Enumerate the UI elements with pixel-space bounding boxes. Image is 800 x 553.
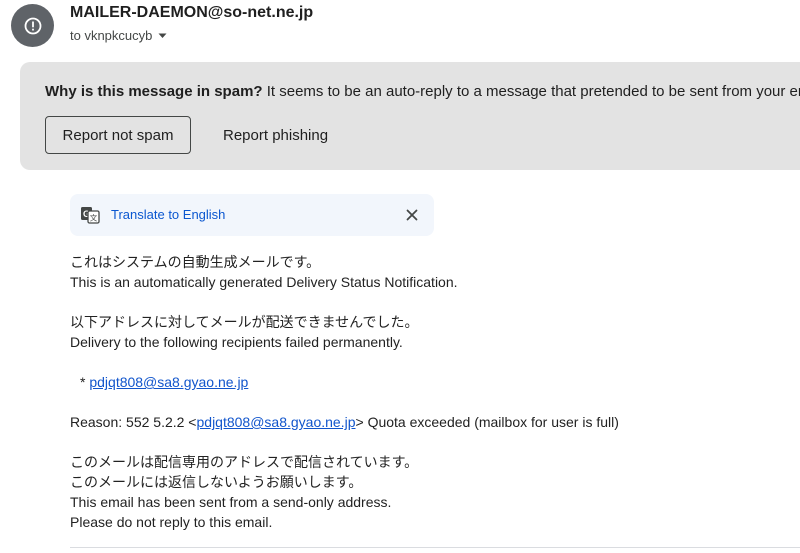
recipient-details-toggle[interactable]: to vknpkcucyb xyxy=(70,28,167,43)
svg-text:文: 文 xyxy=(90,213,98,223)
reason-line: Reason: 552 5.2.2 <pdjqt808@sa8.gyao.ne.… xyxy=(70,412,619,432)
reason-address-link[interactable]: pdjqt808@sa8.gyao.ne.jp xyxy=(197,414,356,430)
reason-suffix: > Quota exceeded (mailbox for user is fu… xyxy=(355,414,619,430)
sender-avatar[interactable] xyxy=(11,4,54,47)
close-icon[interactable] xyxy=(404,207,420,223)
translate-bar: G 文 Translate to English xyxy=(70,194,434,236)
sender-name[interactable]: MAILER-DAEMON@so-net.ne.jp xyxy=(70,4,313,22)
chevron-down-icon[interactable] xyxy=(158,33,167,39)
spam-question: Why is this message in spam? xyxy=(45,83,263,100)
alert-circle-icon xyxy=(24,17,41,34)
message-body: これはシステムの自動生成メールです。 This is an automatica… xyxy=(70,252,619,532)
failed-recipient-item: * pdjqt808@sa8.gyao.ne.jp xyxy=(70,372,619,392)
body-line: This email has been sent from a send-onl… xyxy=(70,494,392,510)
spam-warning-banner: Why is this message in spam? It seems to… xyxy=(20,62,800,170)
body-line: Please do not reply to this email. xyxy=(70,514,273,530)
failed-recipient-link[interactable]: pdjqt808@sa8.gyao.ne.jp xyxy=(89,374,248,390)
translate-to-english-link[interactable]: Translate to English xyxy=(111,207,225,222)
email-view: MAILER-DAEMON@so-net.ne.jp to vknpkcucyb… xyxy=(0,0,800,553)
translate-icon: G 文 xyxy=(81,207,100,224)
spam-reason: It seems to be an auto-reply to a messag… xyxy=(266,83,800,100)
body-line: This is an automatically generated Deliv… xyxy=(70,274,458,290)
body-line: このメールは配信専用のアドレスで配信されています。 xyxy=(70,454,419,470)
body-line: このメールには返信しないようお願いします。 xyxy=(70,474,363,490)
body-line: これはシステムの自動生成メールです。 xyxy=(70,254,321,270)
report-not-spam-button[interactable]: Report not spam xyxy=(45,116,191,154)
body-line: 以下アドレスに対してメールが配送できませんでした。 xyxy=(70,314,419,330)
divider xyxy=(70,547,800,548)
reason-prefix: Reason: 552 5.2.2 < xyxy=(70,414,197,430)
report-phishing-button[interactable]: Report phishing xyxy=(213,116,338,154)
recipient-label: to vknpkcucyb xyxy=(70,28,153,43)
spam-explanation: Why is this message in spam? It seems to… xyxy=(45,83,800,100)
body-line: Delivery to the following recipients fai… xyxy=(70,334,403,350)
bullet: * xyxy=(80,374,86,390)
